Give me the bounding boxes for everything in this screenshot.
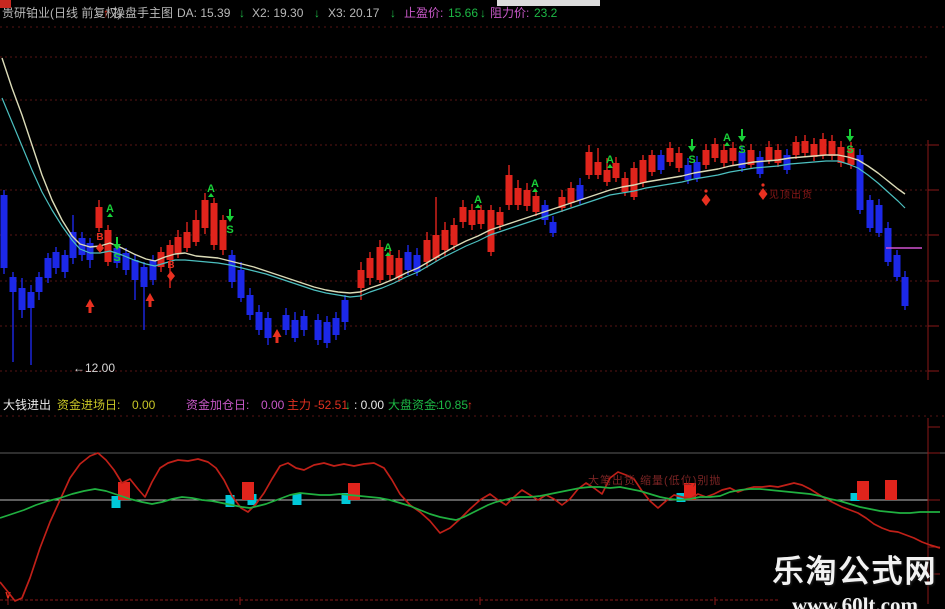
resistance-value: 23.2	[534, 6, 558, 20]
app-icon	[0, 0, 11, 8]
fund-add-label: 资金加仓日:	[186, 398, 250, 412]
fund-add-value: 0.00	[261, 398, 285, 412]
svg-text:S: S	[688, 154, 695, 166]
stop-down-arrow-icon: ↓	[480, 6, 486, 20]
main-force-value: -52.51	[314, 398, 349, 412]
x3-down-arrow-icon: ↓	[390, 6, 396, 20]
fund-entry-label: 资金进场日:	[57, 398, 121, 412]
up-arrow-icon: ↑	[103, 6, 109, 20]
watermark-url: www.60lt.com	[792, 593, 918, 609]
stop-profit-label: 止盈价:	[404, 6, 444, 20]
x2-value: X2: 19.30	[252, 6, 304, 20]
market-fund-up-arrow-icon: ↑	[467, 398, 473, 412]
x2-down-arrow-icon: ↓	[314, 6, 320, 20]
indicator-panel-name: 大钱进出	[3, 398, 52, 412]
x3-value: X3: 20.17	[328, 6, 380, 20]
annotation-top-sell: 见顶出货	[769, 190, 813, 201]
market-fund-label: 大盘资金:	[388, 398, 440, 412]
stop-profit-value: 15.66	[448, 6, 479, 20]
indicator-name: 操盘手主图	[113, 6, 174, 20]
svg-text:S: S	[113, 252, 120, 264]
main-force-down-arrow-icon: ↓	[345, 398, 351, 412]
price-axis	[927, 140, 939, 380]
svg-text:S: S	[226, 224, 233, 236]
da-down-arrow-icon: ↓	[239, 6, 245, 20]
indicator-header: 大钱进出 资金进场日: 0.00 资金加仓日: 0.00 主力 -52.51 ↓…	[0, 397, 945, 413]
price-marker: ←12.00	[73, 361, 116, 375]
da-value: DA: 15.39	[177, 6, 231, 20]
main-force-extra: : 0.00	[354, 398, 385, 412]
trading-app-window: 贵研铂业(日线 前复权) ↑ 操盘手主图 DA: 15.39 ↓ X2: 19.…	[0, 0, 945, 609]
svg-text:S: S	[846, 144, 853, 156]
candles-layer	[0, 133, 909, 365]
white-strip	[497, 0, 600, 6]
market-fund-value: -10.85	[434, 398, 469, 412]
chart-canvas[interactable]: AAAAAAASSSS SBB∨	[0, 0, 945, 609]
svg-text:B: B	[96, 232, 103, 243]
svg-text:S: S	[738, 144, 745, 156]
fund-entry-value: 0.00	[132, 398, 156, 412]
annotation-big-outflow: 大笔出货 缩量(低位)别抛	[588, 475, 722, 487]
chart-header: 贵研铂业(日线 前复权) ↑ 操盘手主图 DA: 15.39 ↓ X2: 19.…	[0, 0, 945, 22]
resistance-label: 阻力价:	[490, 6, 530, 20]
watermark-site-name: 乐淘公式网	[772, 554, 938, 589]
watermark: 乐淘公式网 www.60lt.com	[770, 546, 940, 609]
svg-text:B: B	[167, 260, 174, 271]
main-force-label: 主力	[287, 398, 312, 412]
ma-lines	[1, 57, 906, 298]
